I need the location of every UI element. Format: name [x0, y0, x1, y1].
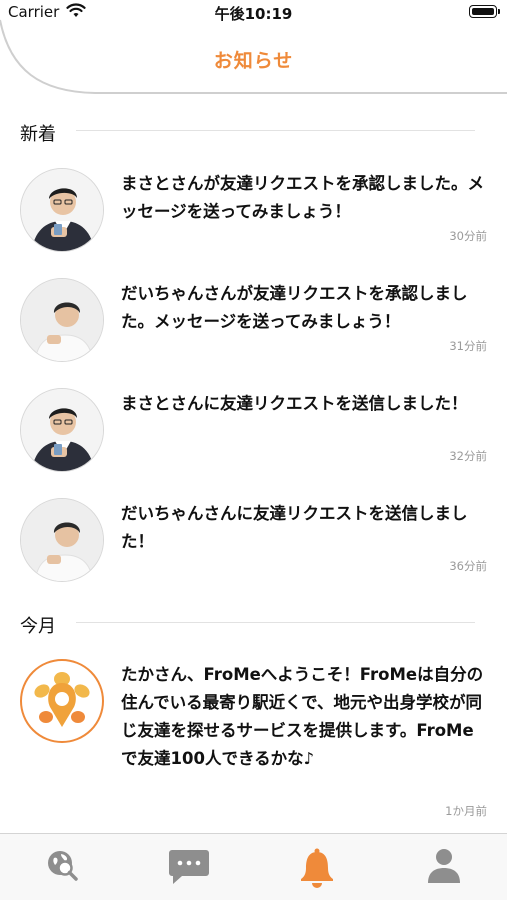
notification-item[interactable]: だいちゃんさんが友達リクエストを承認しました。メッセージを送ってみましょう！ 3…	[0, 276, 507, 376]
section-header-new: 新着	[20, 120, 475, 145]
section-divider	[76, 622, 475, 623]
section-divider	[76, 130, 475, 131]
avatar-daichan	[20, 498, 104, 582]
avatar-daichan	[20, 278, 104, 362]
notification-item[interactable]: まさとさんが友達リクエストを承認しました。メッセージを送ってみましょう！ 30分…	[0, 166, 507, 266]
section-label: 新着	[20, 124, 56, 145]
notification-time: 36分前	[449, 559, 487, 573]
page-title: お知らせ	[213, 50, 294, 72]
avatar-masato	[20, 388, 104, 472]
notification-item[interactable]: まさとさんに友達リクエストを送信しました！ 32分前	[0, 386, 507, 486]
person-icon	[428, 849, 460, 883]
notification-time: 32分前	[449, 449, 487, 463]
section-label: 今月	[20, 616, 56, 637]
tab-bar	[0, 833, 507, 900]
tab-notifications[interactable]	[287, 834, 347, 894]
turtle-logo-icon	[34, 672, 90, 727]
tab-messages[interactable]	[159, 834, 219, 894]
notification-time: 30分前	[449, 229, 487, 243]
avatar-masato	[20, 168, 104, 252]
notification-item[interactable]: たかさん、FroMeへようこそ！FroMeは自分の住んでいる最寄り駅近くで、地元…	[0, 657, 507, 827]
tab-search[interactable]	[32, 834, 92, 894]
notification-item[interactable]: だいちゃんさんに友達リクエストを送信しました！ 36分前	[0, 496, 507, 596]
section-header-month: 今月	[20, 612, 475, 637]
notification-time: 1か月前	[445, 804, 487, 818]
notification-text: たかさん、FroMeへようこそ！FroMeは自分の住んでいる最寄り駅近くで、地元…	[121, 665, 484, 768]
notification-time: 31分前	[449, 339, 487, 353]
chat-icon	[169, 850, 209, 884]
tab-profile[interactable]	[414, 834, 474, 894]
notification-text: まさとさんに友達リクエストを送信しました！	[121, 394, 468, 413]
bell-icon	[301, 848, 333, 888]
header: お知らせ	[0, 0, 507, 96]
search-location-icon	[48, 851, 78, 881]
notification-text: まさとさんが友達リクエストを承認しました。メッセージを送ってみましょう！	[121, 174, 484, 221]
notification-text: だいちゃんさんに友達リクエストを送信しました！	[121, 504, 468, 551]
notification-text: だいちゃんさんが友達リクエストを承認しました。メッセージを送ってみましょう！	[121, 284, 468, 331]
avatar-frome-logo	[20, 659, 104, 743]
